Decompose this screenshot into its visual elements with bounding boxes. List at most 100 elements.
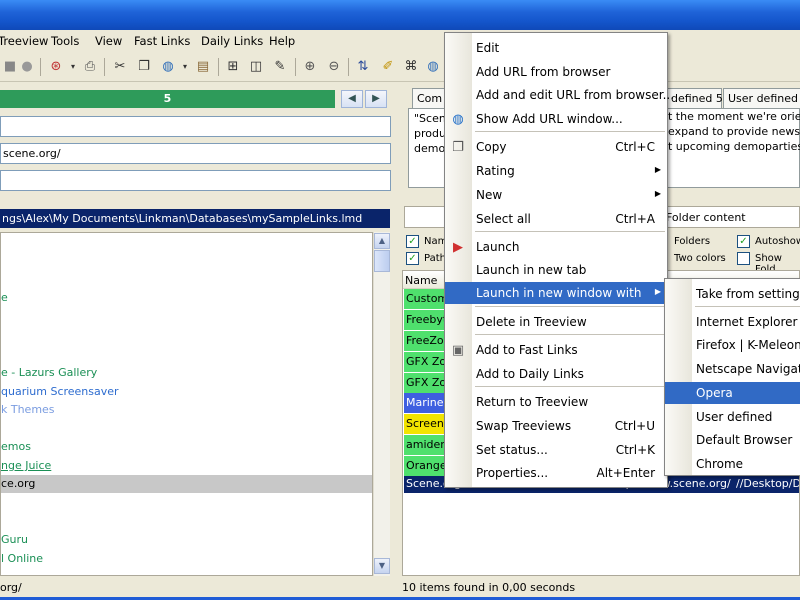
- globe-icon[interactable]: ◍: [425, 59, 441, 75]
- tab-comment[interactable]: Com: [412, 88, 446, 108]
- description-field[interactable]: [0, 170, 391, 191]
- scroll-thumb[interactable]: [374, 250, 390, 272]
- menu-item-rating[interactable]: Rating ▶: [445, 160, 667, 182]
- menu-label: Return to Treeview: [476, 395, 589, 409]
- submenu-arrow-icon: ▶: [654, 287, 661, 296]
- menu-label: Swap Treeviews: [476, 419, 572, 433]
- next-button[interactable]: ▶: [365, 90, 387, 108]
- menu-treeview[interactable]: Treeview: [0, 34, 48, 48]
- submenu-item-take-from-settings[interactable]: Take from settings: [665, 283, 800, 305]
- submenu-item-opera[interactable]: Opera: [665, 382, 800, 404]
- menu-tools[interactable]: Tools: [51, 34, 79, 48]
- list-item[interactable]: FreeZon: [404, 331, 446, 351]
- menu-label: Take from settings: [696, 287, 800, 301]
- menu-help[interactable]: Help: [269, 34, 295, 48]
- menu-separator: [695, 306, 800, 307]
- home-icon[interactable]: ■: [2, 59, 18, 75]
- submenu-item-netscape[interactable]: Netscape Navigator |: [665, 358, 800, 380]
- new-link-icon[interactable]: ⊞: [225, 59, 241, 75]
- tree-item-selected[interactable]: ce.org: [1, 475, 372, 493]
- paste-icon[interactable]: ▤: [195, 59, 211, 75]
- menu-fast-links[interactable]: Fast Links: [134, 34, 190, 48]
- menu-item-launch-new-tab[interactable]: Launch in new tab: [445, 259, 667, 281]
- menu-item-select-all[interactable]: Select all Ctrl+A: [445, 208, 667, 230]
- folder-icon[interactable]: ◫: [248, 59, 264, 75]
- tree-item[interactable]: quarium Screensaver: [1, 385, 119, 398]
- scroll-up-button[interactable]: ▲: [374, 233, 390, 249]
- menu-item-delete[interactable]: Delete in Treeview: [445, 311, 667, 333]
- highlighter-icon[interactable]: ✐: [380, 59, 396, 75]
- record-icon[interactable]: ●: [19, 59, 35, 75]
- expand-icon[interactable]: ⊕: [302, 59, 318, 75]
- menu-item-set-status[interactable]: Set status... Ctrl+K: [445, 439, 667, 461]
- menu-item-launch[interactable]: ▶ Launch: [445, 236, 667, 258]
- tree-item[interactable]: nge Juice: [1, 459, 51, 472]
- chevron-down-icon[interactable]: ▾: [177, 59, 193, 75]
- url-field[interactable]: scene.org/: [0, 143, 391, 164]
- tree-item[interactable]: l Online: [1, 552, 43, 565]
- list-item[interactable]: Customi: [404, 289, 446, 309]
- list-item[interactable]: Screens: [404, 414, 446, 434]
- menu-item-properties[interactable]: Properties... Alt+Enter: [445, 462, 667, 484]
- tree-item[interactable]: Guru: [1, 533, 28, 546]
- tree-scrollbar[interactable]: ▲ ▼: [373, 232, 390, 576]
- list-item[interactable]: Freebyt: [404, 310, 446, 330]
- menu-item-add-daily-links[interactable]: Add to Daily Links: [445, 363, 667, 385]
- sort-icon[interactable]: ⇅: [355, 59, 371, 75]
- tree-item[interactable]: emos: [1, 440, 31, 453]
- printer-icon[interactable]: ⎙: [82, 59, 98, 75]
- tree-item[interactable]: e: [1, 291, 8, 304]
- globe-refresh-icon[interactable]: ⊛: [48, 59, 64, 75]
- menu-item-add-fast-links[interactable]: ▣ Add to Fast Links: [445, 339, 667, 361]
- collapse-icon[interactable]: ⊖: [326, 59, 342, 75]
- copy-icon: ❐: [452, 140, 464, 155]
- menu-item-new[interactable]: New ▶: [445, 184, 667, 206]
- toolbar-separator: [104, 58, 105, 76]
- copy-icon[interactable]: ❐: [136, 59, 152, 75]
- tab-user-defined-5[interactable]: defined 5: [666, 88, 723, 108]
- list-item[interactable]: Marine A: [404, 393, 446, 413]
- path-checkbox[interactable]: ✓: [406, 252, 419, 265]
- edit-icon[interactable]: ✎: [272, 59, 288, 75]
- menu-item-add-edit-url[interactable]: Add and edit URL from browser...: [445, 84, 674, 106]
- show-folders-checkbox[interactable]: [737, 252, 750, 265]
- menu-label: Netscape Navigator |: [696, 362, 800, 376]
- menu-separator: [475, 231, 665, 232]
- menu-item-swap-treeviews[interactable]: Swap Treeviews Ctrl+U: [445, 415, 667, 437]
- menu-item-show-add-url[interactable]: ◍ Show Add URL window...: [445, 108, 667, 130]
- web-icon[interactable]: ◍: [160, 59, 176, 75]
- treeview[interactable]: e e - Lazurs Gallery quarium Screensaver…: [0, 232, 373, 576]
- autoshow-checkbox[interactable]: ✓: [737, 235, 750, 248]
- menu-label: Chrome: [696, 457, 744, 471]
- submenu-item-internet-explorer[interactable]: Internet Explorer: [665, 311, 800, 333]
- submenu-item-chrome[interactable]: Chrome: [665, 453, 800, 475]
- menu-daily-links[interactable]: Daily Links: [201, 34, 263, 48]
- cut-icon[interactable]: ✂: [112, 59, 128, 75]
- menu-item-add-url[interactable]: Add URL from browser: [445, 61, 667, 83]
- menu-label: Add to Daily Links: [476, 367, 584, 381]
- tab-user-defined-6[interactable]: User defined 6: [723, 88, 800, 108]
- network-icon[interactable]: ⌘: [403, 59, 419, 75]
- list-item[interactable]: Orange: [404, 456, 446, 476]
- name-checkbox[interactable]: ✓: [406, 235, 419, 248]
- menu-item-launch-new-window[interactable]: Launch in new window with ▶: [445, 282, 667, 304]
- title-field[interactable]: [0, 116, 391, 137]
- menu-label: Rating: [476, 164, 515, 178]
- list-item[interactable]: amidem: [404, 435, 446, 455]
- chevron-down-icon[interactable]: ▾: [65, 59, 81, 75]
- submenu-item-user-defined[interactable]: User defined: [665, 406, 800, 428]
- list-item[interactable]: GFX Zon: [404, 373, 446, 393]
- tree-item[interactable]: e - Lazurs Gallery: [1, 366, 97, 379]
- menu-item-edit[interactable]: Edit: [445, 37, 667, 59]
- list-item[interactable]: GFX Zon: [404, 352, 446, 372]
- menu-item-return-treeview[interactable]: Return to Treeview: [445, 391, 667, 413]
- menu-label: Internet Explorer: [696, 315, 798, 329]
- submenu-item-firefox[interactable]: Firefox | K-Meleon: [665, 334, 800, 356]
- column-name[interactable]: Name: [405, 274, 437, 287]
- submenu-item-default-browser[interactable]: Default Browser: [665, 429, 800, 451]
- tree-item[interactable]: k Themes: [1, 403, 55, 416]
- menu-item-copy[interactable]: ❐ Copy Ctrl+C: [445, 136, 667, 158]
- menu-view[interactable]: View: [95, 34, 122, 48]
- scroll-down-button[interactable]: ▼: [374, 558, 390, 574]
- prev-button[interactable]: ◀: [341, 90, 363, 108]
